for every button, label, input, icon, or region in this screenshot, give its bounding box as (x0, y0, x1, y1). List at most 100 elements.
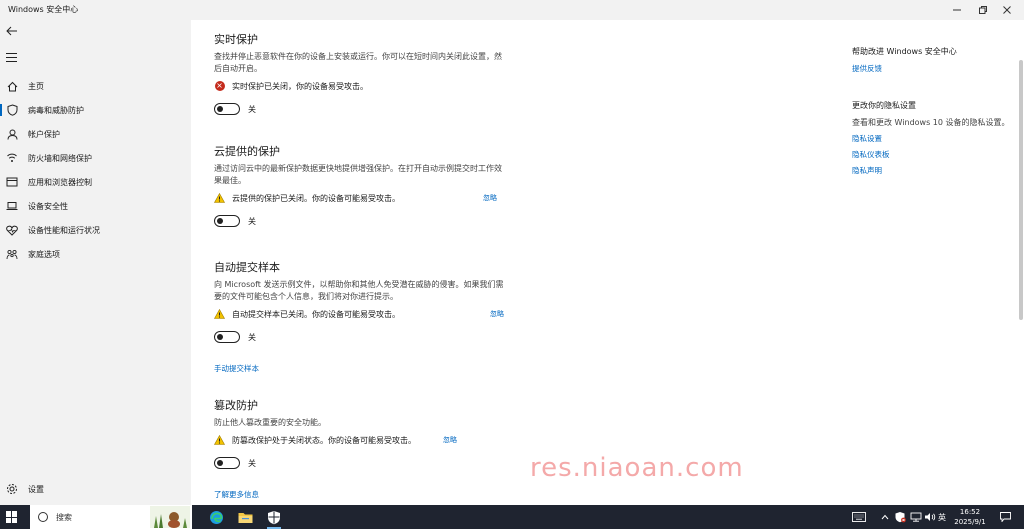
file-explorer-taskbar-icon[interactable] (236, 508, 254, 526)
sidebar-item-label: 防火墙和网络保护 (28, 153, 92, 163)
title-bar: Windows 安全中心 (0, 0, 1024, 20)
sidebar-item-settings[interactable]: 设置 (0, 478, 191, 500)
toggle-knob (217, 105, 223, 112)
windows-logo-icon (6, 511, 11, 517)
sidebar-item-firewall[interactable]: 防火墙和网络保护 (0, 147, 191, 169)
section-title: 篡改防护 (214, 399, 258, 412)
action-center-button[interactable] (1000, 505, 1011, 529)
toggle-row: 关 (214, 331, 514, 343)
scrollbar[interactable] (1019, 60, 1023, 320)
back-arrow-icon (6, 26, 17, 36)
status-message: × 实时保护已关闭，你的设备易受攻击。 (214, 79, 514, 93)
status-text: 防篡改保护处于关闭状态。你的设备可能易受攻击。 (232, 435, 416, 445)
sidebar-item-label: 帐户保护 (28, 129, 60, 139)
toggle-row: 关 (214, 103, 514, 115)
section-title: 自动提交样本 (214, 261, 280, 274)
sidebar-item-home[interactable]: 主页 (0, 75, 191, 97)
sidebar-item-app-browser-control[interactable]: 应用和浏览器控制 (0, 171, 191, 193)
close-button[interactable] (990, 0, 1024, 20)
feedback-link[interactable]: 提供反馈 (852, 63, 1012, 74)
sidebar-item-label: 应用和浏览器控制 (28, 177, 92, 187)
shield-icon (6, 104, 18, 116)
section-tamper-protection: 篡改防护 防止他人篡改重要的安全功能。 防篡改保护处于关闭状态。你的设备可能易受… (214, 397, 514, 501)
section-title: 云提供的保护 (214, 145, 280, 158)
clock[interactable]: 16:52 2025/9/1 (952, 507, 988, 527)
manual-submit-link[interactable]: 手动提交样本 (214, 364, 259, 373)
person-icon (6, 128, 18, 140)
section-title: 实时保护 (214, 33, 258, 46)
ignore-link[interactable]: 忽略 (490, 309, 504, 319)
wifi-signal-icon (6, 152, 18, 164)
privacy-settings-link[interactable]: 隐私设置 (852, 133, 1012, 144)
sidebar-item-family-options[interactable]: 家庭选项 (0, 243, 191, 265)
toggle-state-label: 关 (248, 458, 256, 468)
hamburger-menu-button[interactable] (6, 53, 20, 63)
sidebar-item-label: 病毒和威胁防护 (28, 105, 84, 115)
taskbar-search-box[interactable]: 搜索 (30, 505, 192, 529)
minimize-icon (953, 9, 961, 11)
browser-window-icon (6, 176, 18, 188)
sidebar: 主页 病毒和威胁防护 帐户保护 防火墙和网络保护 应用和浏览器控制 设备安全性 … (0, 20, 191, 505)
hamburger-icon (6, 53, 17, 54)
laptop-icon (6, 200, 18, 212)
chevron-up-icon (881, 514, 889, 520)
watermark-text: res.niaoan.com (530, 453, 744, 483)
toggle-state-label: 关 (248, 216, 256, 226)
privacy-description: 查看和更改 Windows 10 设备的隐私设置。 (852, 118, 1010, 127)
status-text: 自动提交样本已关闭。你的设备可能易受攻击。 (232, 309, 400, 319)
privacy-statement-link[interactable]: 隐私声明 (852, 165, 1012, 176)
status-message: 防篡改保护处于关闭状态。你的设备可能易受攻击。 忽略 (214, 433, 514, 447)
warning-icon (214, 309, 225, 320)
status-text: 实时保护已关闭，你的设备易受攻击。 (232, 81, 368, 91)
sidebar-item-account-protection[interactable]: 帐户保护 (0, 123, 191, 145)
clock-time: 16:52 (959, 508, 981, 516)
sidebar-item-device-security[interactable]: 设备安全性 (0, 195, 191, 217)
status-message: 自动提交样本已关闭。你的设备可能易受攻击。 忽略 (214, 307, 514, 321)
start-button[interactable] (6, 511, 18, 523)
section-description: 防止他人篡改重要的安全功能。 (214, 418, 326, 427)
defender-tray-icon[interactable] (895, 505, 906, 529)
search-placeholder: 搜索 (56, 512, 72, 522)
windows-security-taskbar-icon[interactable] (265, 508, 283, 529)
keyboard-layout-indicator[interactable] (852, 505, 866, 529)
section-description: 通过访问云中的最新保护数据更快地提供增强保护。在打开自动示例提交时工作效果最佳。 (214, 164, 502, 185)
network-tray-icon[interactable] (910, 505, 922, 529)
restore-icon (979, 6, 987, 14)
realtime-protection-toggle[interactable] (214, 103, 240, 115)
tamper-protection-toggle[interactable] (214, 457, 240, 469)
section-description: 查找并停止恶意软件在你的设备上安装或运行。你可以在短时间内关闭此设置，然后自动开… (214, 52, 502, 73)
window-title: Windows 安全中心 (8, 5, 79, 14)
back-button[interactable] (6, 25, 20, 39)
sidebar-item-label: 主页 (28, 81, 44, 91)
toggle-row: 关 (214, 215, 514, 227)
status-text: 云提供的保护已关闭。你的设备可能易受攻击。 (232, 193, 400, 203)
right-panel: 帮助改进 Windows 安全中心 提供反馈 更改你的隐私设置 查看和更改 Wi… (852, 46, 1012, 181)
privacy-dashboard-link[interactable]: 隐私仪表板 (852, 149, 1012, 160)
search-icon (38, 512, 48, 522)
help-title: 帮助改进 Windows 安全中心 (852, 47, 957, 56)
toggle-state-label: 关 (248, 104, 256, 114)
app-window: Windows 安全中心 主页 病毒和威胁防护 帐户保护 防火墙和网络保护 应用… (0, 0, 1024, 529)
sample-submission-toggle[interactable] (214, 331, 240, 343)
search-highlight-illustration-icon (150, 506, 190, 528)
toggle-row: 关 (214, 457, 514, 469)
sidebar-item-label: 家庭选项 (28, 249, 60, 259)
family-icon (6, 248, 18, 260)
privacy-title: 更改你的隐私设置 (852, 101, 916, 110)
network-icon (910, 512, 922, 522)
warning-icon (214, 193, 225, 204)
volume-tray-icon[interactable] (924, 505, 936, 529)
gear-icon (6, 483, 18, 495)
learn-more-link[interactable]: 了解更多信息 (214, 490, 259, 499)
input-method-indicator[interactable]: 英 (938, 505, 946, 529)
keyboard-icon (852, 512, 866, 522)
cloud-protection-toggle[interactable] (214, 215, 240, 227)
ignore-link[interactable]: 忽略 (443, 435, 457, 445)
ignore-link[interactable]: 忽略 (483, 193, 497, 203)
sidebar-item-virus-protection[interactable]: 病毒和威胁防护 (0, 99, 191, 121)
section-cloud-protection: 云提供的保护 通过访问云中的最新保护数据更快地提供增强保护。在打开自动示例提交时… (214, 143, 514, 227)
show-hidden-icons-button[interactable] (881, 505, 889, 529)
edge-browser-taskbar-icon[interactable] (207, 508, 225, 526)
section-description: 向 Microsoft 发送示例文件，以帮助你和其他人免受潜在威胁的侵害。如果我… (214, 280, 504, 301)
sidebar-item-device-performance[interactable]: 设备性能和运行状况 (0, 219, 191, 241)
